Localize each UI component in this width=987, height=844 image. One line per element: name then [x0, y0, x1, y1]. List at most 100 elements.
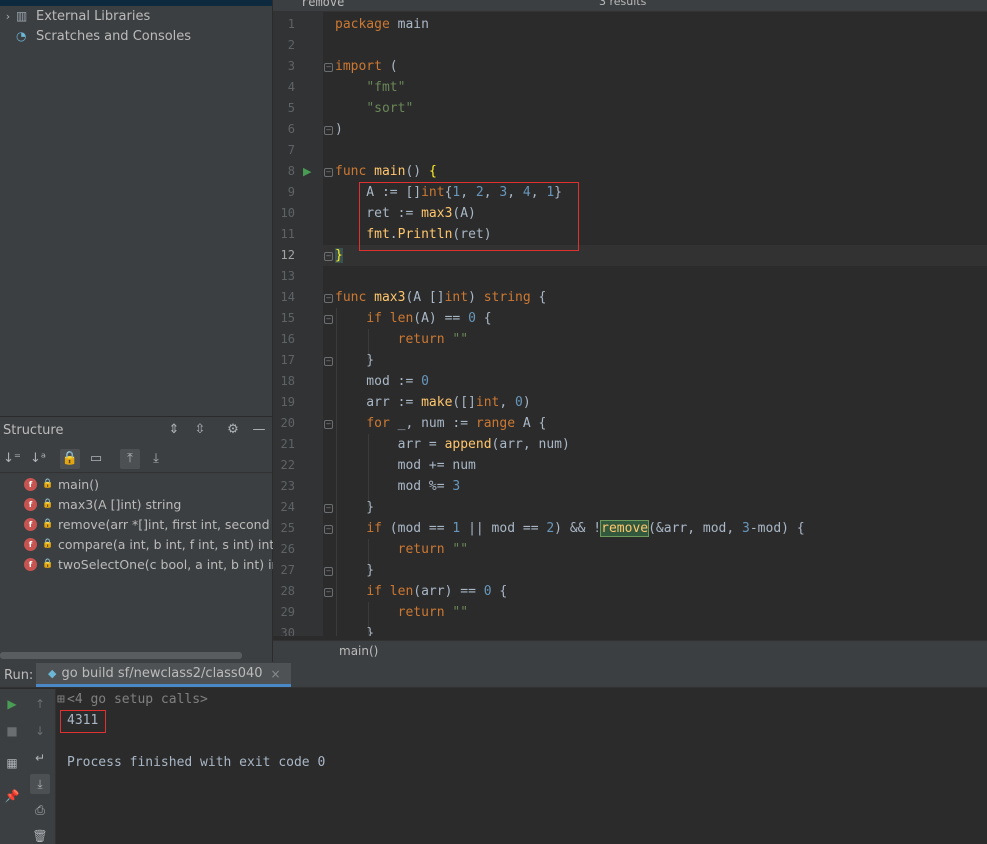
line-number: 13	[280, 269, 295, 283]
lock-icon: 🔒	[42, 519, 54, 529]
line-number: 4	[287, 80, 295, 94]
search-bar: remove 3 results	[273, 0, 987, 12]
code-line: if len(A) == 0 {	[366, 311, 492, 326]
structure-panel: Structure ⇕ ⇳ ⚙ — ↓⁼ ↓ᵃ 🔒 ▭ ⤒ ⤓ f 🔒 main…	[0, 416, 295, 662]
line-number: 8	[287, 164, 295, 178]
rerun-icon[interactable]: ▶	[2, 694, 22, 714]
line-number: 20	[280, 416, 295, 430]
layout-icon[interactable]: ▦	[2, 753, 22, 773]
code-line: return ""	[397, 542, 469, 557]
project-tree-panel: › ▥ External Libraries ◔ Scratches and C…	[0, 0, 272, 416]
line-number: 5	[287, 101, 295, 115]
scroll-down-icon[interactable]: ↓	[30, 721, 50, 741]
fold-icon[interactable]: −	[324, 420, 333, 429]
trash-icon[interactable]: 🗑	[30, 826, 50, 844]
run-tab-label: go build sf/newclass2/class040	[61, 666, 263, 681]
code-line: mod %= 3	[335, 479, 461, 494]
line-number: 30	[280, 626, 295, 636]
fold-icon[interactable]: −	[324, 168, 333, 177]
run-toolbar: ▶ ↑ ■ ↓ ↵ ▦ ⤓ 📌 ⎙ 🗑	[0, 689, 56, 844]
line-number: 9	[287, 185, 295, 199]
structure-item-main[interactable]: f 🔒 main()	[24, 474, 99, 494]
fold-icon[interactable]: −	[324, 588, 333, 597]
console-finished: Process finished with exit code 0	[67, 755, 326, 770]
code-line: arr := make([]int, 0)	[335, 395, 531, 410]
line-number: 18	[280, 374, 295, 388]
code-line: for _, num := range A {	[366, 416, 547, 431]
run-panel	[0, 662, 987, 844]
expand-all-icon[interactable]: ⇕	[165, 421, 183, 439]
fold-icon[interactable]: −	[324, 63, 333, 72]
show-private-icon[interactable]: 🔒	[60, 449, 80, 469]
structure-item-max3[interactable]: f 🔒 max3(A []int) string	[24, 494, 181, 514]
sort-alpha-icon[interactable]: ↓ᵃ	[28, 449, 48, 469]
sort-visibility-icon[interactable]: ↓⁼	[2, 449, 22, 469]
fold-icon[interactable]: −	[324, 525, 333, 534]
line-number: 11	[280, 227, 295, 241]
print-icon[interactable]: ⎙	[30, 800, 50, 820]
line-number: 10	[280, 206, 295, 220]
lock-icon: 🔒	[42, 539, 54, 549]
go-build-icon: ◆	[48, 667, 57, 680]
scroll-to-end-icon[interactable]: ⤓	[30, 774, 50, 794]
collapse-all-icon[interactable]: ⇳	[191, 421, 209, 439]
minimize-icon[interactable]: —	[250, 421, 268, 439]
gear-icon[interactable]: ⚙	[224, 421, 242, 439]
function-icon: f	[24, 557, 37, 571]
code-line: "fmt"	[366, 80, 406, 95]
function-icon: f	[24, 537, 37, 551]
fold-icon[interactable]: −	[324, 567, 333, 576]
line-number: 24	[280, 500, 295, 514]
code-line: return ""	[397, 332, 469, 347]
line-number: 22	[280, 458, 295, 472]
expand-icon[interactable]: ⊞	[57, 692, 65, 707]
code-line: return ""	[397, 605, 469, 620]
chevron-right-icon[interactable]: ›	[0, 10, 16, 23]
fold-icon[interactable]: −	[324, 315, 333, 324]
autoscroll-from-source-icon[interactable]: ⤓	[146, 449, 166, 469]
run-tab[interactable]: ◆ go build sf/newclass2/class040 ×	[36, 663, 291, 687]
line-number: 27	[280, 563, 295, 577]
fold-icon[interactable]: −	[324, 126, 333, 135]
line-number: 23	[280, 479, 295, 493]
code-line: }	[335, 626, 375, 636]
line-number: 14	[280, 290, 295, 304]
console-setup-calls[interactable]: <4 go setup calls>	[67, 692, 208, 707]
code-line: func main() {	[335, 164, 437, 179]
scroll-up-icon[interactable]: ↑	[30, 694, 50, 714]
line-number: 1	[287, 17, 295, 31]
code-line: if len(arr) == 0 {	[366, 584, 508, 599]
code-line: "sort"	[366, 101, 414, 116]
tree-item-scratches[interactable]: ◔ Scratches and Consoles	[0, 26, 191, 46]
fold-icon[interactable]: −	[324, 252, 333, 261]
code-line: func max3(A []int) string {	[335, 290, 547, 305]
run-gutter-icon[interactable]: ▶	[303, 165, 311, 178]
code-line: }	[335, 563, 375, 578]
line-number: 16	[280, 332, 295, 346]
fold-icon[interactable]: −	[324, 294, 333, 303]
stop-icon[interactable]: ■	[2, 721, 22, 741]
structure-title: Structure	[3, 422, 64, 438]
breadcrumb[interactable]: main()	[273, 640, 987, 662]
close-icon[interactable]: ×	[271, 667, 281, 681]
show-folders-icon[interactable]: ▭	[86, 449, 106, 469]
structure-item-remove[interactable]: f 🔒 remove(arr *[]int, first int, second…	[24, 514, 295, 534]
fold-icon[interactable]: −	[324, 504, 333, 513]
highlight-box	[60, 710, 106, 733]
structure-item-compare[interactable]: f 🔒 compare(a int, b int, f int, s int) …	[24, 534, 274, 554]
horizontal-scrollbar[interactable]	[0, 652, 242, 659]
search-input[interactable]: remove	[301, 0, 344, 9]
soft-wrap-icon[interactable]: ↵	[30, 748, 50, 768]
run-label: Run:	[4, 668, 34, 683]
code-line: arr = append(arr, num)	[335, 437, 570, 452]
fold-icon[interactable]: −	[324, 357, 333, 366]
lock-icon: 🔒	[42, 559, 54, 569]
tree-item-external-libraries[interactable]: › ▥ External Libraries	[0, 6, 150, 26]
autoscroll-to-source-icon[interactable]: ⤒	[120, 449, 140, 469]
structure-item-twoselectone[interactable]: f 🔒 twoSelectOne(c bool, a int, b int) i…	[24, 554, 284, 574]
code-line: package main	[335, 17, 429, 32]
line-number: 25	[280, 521, 295, 535]
pin-icon[interactable]: 📌	[2, 786, 22, 806]
lock-icon: 🔒	[42, 479, 54, 489]
search-match: remove	[600, 520, 650, 537]
